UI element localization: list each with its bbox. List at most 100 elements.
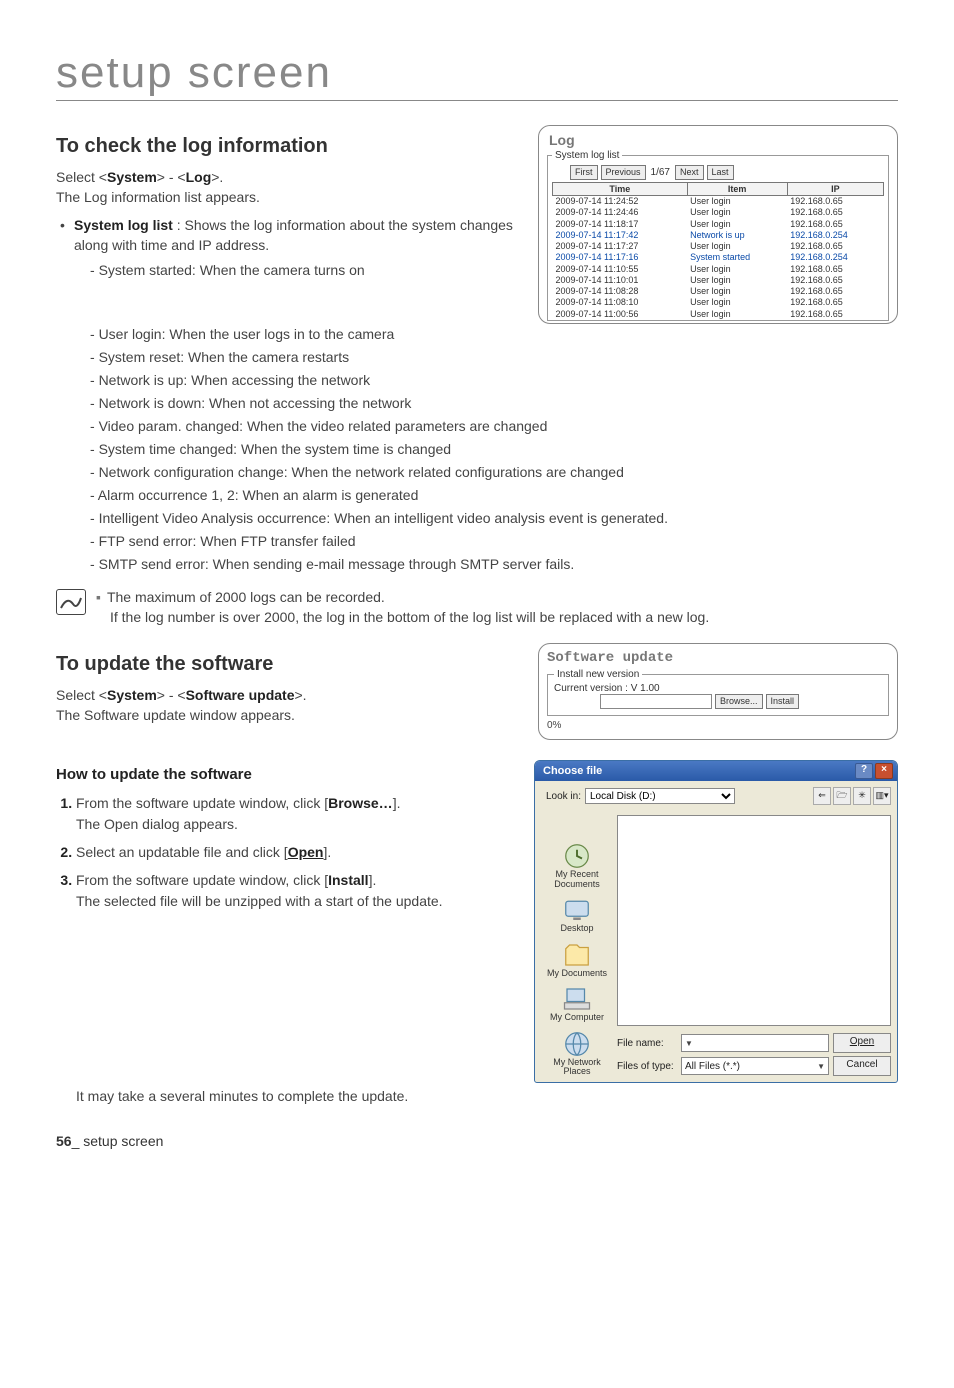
place-label: My Computer [550, 1013, 604, 1022]
text: The Software update window appears. [56, 707, 295, 723]
cell: 192.168.0.65 [787, 219, 883, 230]
table-row: 2009-07-14 11:17:42Network is up192.168.… [553, 230, 884, 241]
place-label: My Recent Documents [541, 870, 613, 889]
th-time: Time [553, 183, 688, 196]
computer-icon [562, 986, 592, 1012]
place-computer[interactable]: My Computer [550, 986, 604, 1022]
cell: 192.168.0.65 [787, 196, 883, 208]
text: ]. [393, 795, 401, 811]
cell: User login [687, 275, 787, 286]
note-text: ▪ The maximum of 2000 logs can be recorde… [96, 587, 709, 628]
text: >. [211, 169, 223, 185]
place-desktop[interactable]: Desktop [560, 897, 593, 933]
log-instr: Select <System> - <Log>. The Log informa… [56, 168, 518, 207]
sub-item: System time changed: When the system tim… [90, 439, 898, 460]
place-label: Desktop [560, 924, 593, 933]
table-row: 2009-07-14 11:17:27User login192.168.0.6… [553, 241, 884, 252]
place-network[interactable]: My Network Places [541, 1031, 613, 1077]
sub-item: FTP send error: When FTP transfer failed [90, 531, 898, 552]
table-row: 2009-07-14 11:24:52User login192.168.0.6… [553, 196, 884, 208]
log-panel: Log System log list First Previous 1/67 … [538, 125, 898, 324]
browse-button[interactable]: Browse... [715, 694, 763, 709]
cell: 192.168.0.65 [787, 297, 883, 308]
note-line2: If the log number is over 2000, the log … [96, 607, 709, 627]
open-button[interactable]: Open [833, 1033, 891, 1053]
sub-item: Alarm occurrence 1, 2: When an alarm is … [90, 485, 898, 506]
filename-input[interactable] [681, 1034, 829, 1052]
cell: 192.168.0.65 [787, 275, 883, 286]
sub-item: User login: When the user logs in to the… [90, 324, 898, 345]
table-row: 2009-07-14 11:18:17User login192.168.0.6… [553, 219, 884, 230]
lookin-select[interactable]: Local Disk (D:) [585, 788, 735, 804]
next-button[interactable]: Next [675, 165, 704, 180]
text: > - < [157, 169, 186, 185]
cell: 192.168.0.65 [787, 286, 883, 297]
text: Select < [56, 169, 107, 185]
bullet-label: System log list [74, 217, 173, 233]
file-list[interactable] [617, 815, 891, 1026]
text: Select an updatable file and click [ [76, 844, 288, 860]
text: >. [295, 687, 307, 703]
log-table: Time Item IP 2009-07-14 11:24:52User log… [552, 182, 884, 320]
table-row: 2009-07-14 11:00:56User login192.168.0.6… [553, 309, 884, 320]
network-icon [562, 1031, 592, 1057]
page-indicator: 1/67 [649, 167, 672, 178]
sub-item: Video param. changed: When the video rel… [90, 416, 898, 437]
sw-panel: Software update Install new version Curr… [538, 643, 898, 740]
documents-icon [562, 942, 592, 968]
cell: 192.168.0.65 [787, 264, 883, 275]
place-label: My Documents [547, 969, 607, 978]
page-number: 56 [56, 1133, 72, 1149]
cell: 2009-07-14 11:24:46 [553, 207, 688, 218]
desktop-icon [562, 897, 592, 923]
log-heading: To check the log information [56, 135, 518, 158]
text: Select < [56, 687, 107, 703]
install-kw: Install [328, 872, 368, 888]
install-button[interactable]: Install [766, 694, 800, 709]
ftype-label: Files of type: [617, 1061, 677, 1072]
open-kw: Open [288, 844, 324, 860]
cell: User login [687, 207, 787, 218]
up-icon[interactable]: 🗁 [833, 787, 851, 805]
cell: User login [687, 196, 787, 208]
help-button[interactable]: ? [855, 763, 873, 779]
footer-label: _ setup screen [72, 1133, 164, 1149]
first-button[interactable]: First [570, 165, 598, 180]
sw-heading: To update the software [56, 653, 518, 676]
table-row: 2009-07-14 11:10:01User login192.168.0.6… [553, 275, 884, 286]
place-docs[interactable]: My Documents [547, 942, 607, 978]
text: Open [850, 1036, 874, 1047]
choose-file-dialog: Choose file ? × Look in: Local Disk (D:)… [534, 760, 898, 1083]
views-icon[interactable]: ▥▾ [873, 787, 891, 805]
cell: 2009-07-14 11:18:17 [553, 219, 688, 230]
log-panel-title: Log [549, 132, 889, 148]
place-recent[interactable]: My Recent Documents [541, 843, 613, 889]
previous-button[interactable]: Previous [601, 165, 646, 180]
file-path-input[interactable] [600, 694, 712, 709]
close-button[interactable]: × [875, 763, 893, 779]
system-kw: System [107, 169, 157, 185]
sw-fieldset: Install new version Current version : V … [547, 669, 889, 716]
back-icon[interactable]: ⇐ [813, 787, 831, 805]
ftype-value: All Files (*.*) [685, 1061, 740, 1072]
cell: User login [687, 297, 787, 308]
progress-pct: 0% [547, 720, 889, 731]
step-3-cont: It may take a several minutes to complet… [56, 1087, 898, 1107]
bullet-icon: ▪ [96, 589, 101, 605]
cell: 2009-07-14 11:08:28 [553, 286, 688, 297]
cancel-button[interactable]: Cancel [833, 1056, 891, 1076]
sw-panel-title: Software update [547, 650, 889, 666]
sub-item: SMTP send error: When sending e-mail mes… [90, 554, 898, 575]
footer: 56_ setup screen [56, 1133, 898, 1149]
filetype-select[interactable]: All Files (*.*) [681, 1057, 829, 1075]
text: Open [288, 844, 324, 860]
th-item: Item [687, 183, 787, 196]
note-line1: The maximum of 2000 logs can be recorded… [107, 589, 385, 605]
text: The Log information list appears. [56, 189, 260, 205]
sub-item: Network is down: When not accessing the … [90, 393, 898, 414]
last-button[interactable]: Last [707, 165, 734, 180]
cell: 2009-07-14 11:10:01 [553, 275, 688, 286]
newfolder-icon[interactable]: ✳ [853, 787, 871, 805]
text: From the software update window, click [ [76, 795, 328, 811]
text: ]. [323, 844, 331, 860]
